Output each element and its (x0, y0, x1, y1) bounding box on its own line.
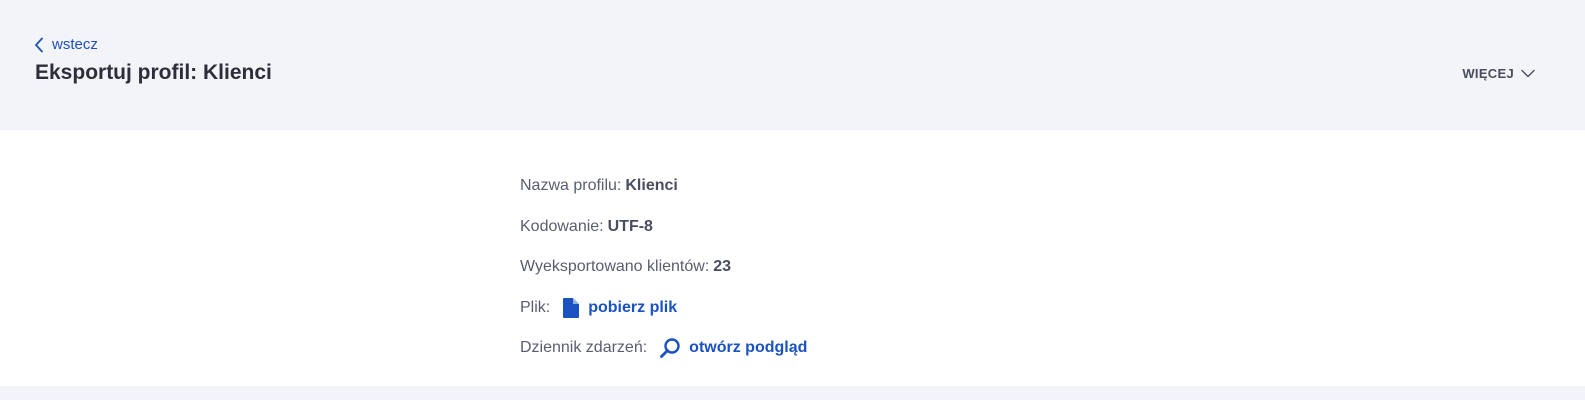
more-button-label: WIĘCEJ (1462, 66, 1514, 81)
exported-count-row: Wyeksportowano klientów: 23 (520, 247, 807, 288)
page-title: Eksportuj profil: Klienci (35, 61, 272, 84)
export-details-panel: Nazwa profilu: Klienci Kodowanie: UTF-8 … (0, 130, 1585, 386)
chevron-down-icon (1521, 69, 1535, 78)
event-log-label: Dziennik zdarzeń: (520, 339, 648, 357)
encoding-row: Kodowanie: UTF-8 (520, 207, 807, 248)
exported-count-value: 23 (713, 258, 732, 276)
file-icon (563, 297, 580, 318)
search-icon (660, 338, 680, 359)
back-link-label: wstecz (52, 36, 98, 53)
profile-name-label: Nazwa profilu: (520, 177, 622, 195)
open-preview-label: otwórz podgląd (689, 339, 808, 357)
page-header: wstecz Eksportuj profil: Klienci WIĘCEJ (0, 0, 1585, 130)
exported-count-label: Wyeksportowano klientów: (520, 258, 710, 276)
encoding-value: UTF-8 (607, 217, 653, 235)
profile-name-value: Klienci (625, 177, 678, 195)
event-log-row: Dziennik zdarzeń: otwórz podgląd (520, 328, 807, 369)
details-list: Nazwa profilu: Klienci Kodowanie: UTF-8 … (520, 166, 807, 369)
back-link[interactable]: wstecz (34, 36, 98, 53)
download-file-label: pobierz plik (588, 298, 678, 316)
open-preview-link[interactable]: otwórz podgląd (659, 337, 807, 359)
profile-name-row: Nazwa profilu: Klienci (520, 166, 807, 207)
chevron-left-icon (35, 37, 43, 52)
more-button[interactable]: WIĘCEJ (1462, 66, 1535, 81)
download-file-link[interactable]: pobierz plik (562, 297, 677, 319)
file-row: Plik: pobierz plik (520, 288, 807, 329)
file-label: Plik: (520, 298, 551, 316)
encoding-label: Kodowanie: (520, 217, 604, 235)
